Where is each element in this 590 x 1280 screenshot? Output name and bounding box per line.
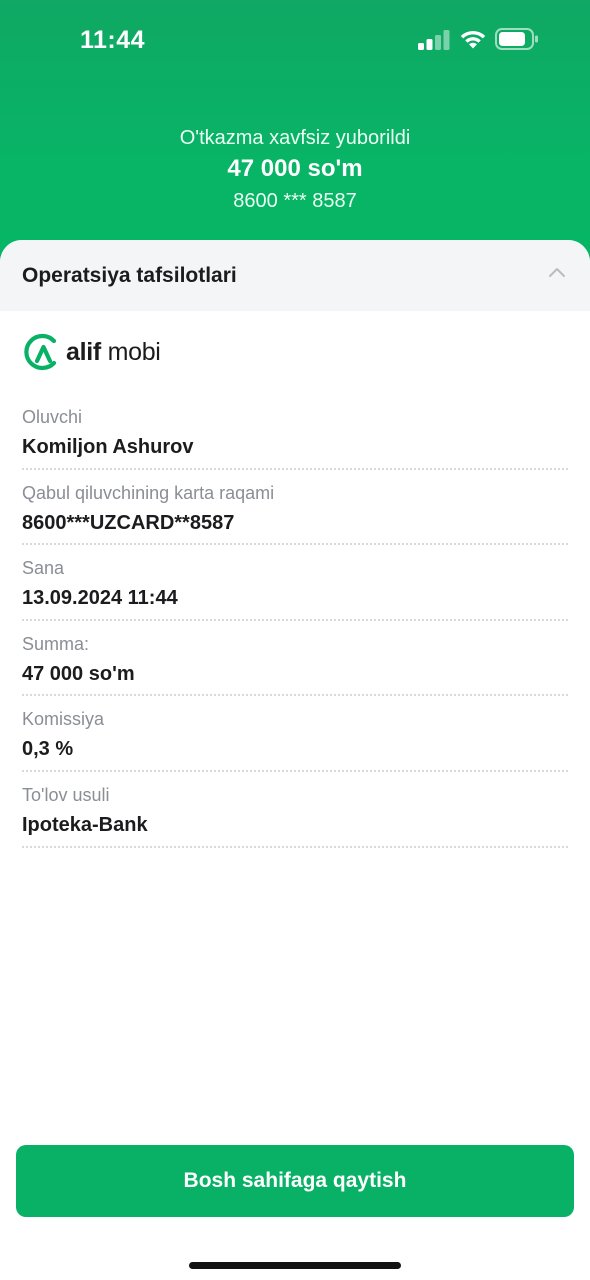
detail-label: Sana	[22, 558, 65, 579]
detail-value: 8600***UZCARD**8587	[22, 511, 235, 534]
home-indicator[interactable]	[189, 1262, 401, 1269]
transfer-status-text: O'tkazma xavfsiz yuborildi	[179, 127, 411, 149]
detail-row-date: Sana 13.09.2024 11:44	[22, 551, 568, 627]
detail-row-payment-method: To'lov usuli Ipoteka-Bank	[22, 778, 568, 854]
detail-label: To'lov usuli	[22, 784, 110, 805]
detail-value: 47 000 so'm	[22, 662, 135, 685]
transfer-amount: 47 000 so'm	[227, 155, 363, 182]
detail-row-card-number: Qabul qiluvchining karta raqami 8600***U…	[22, 476, 568, 552]
transfer-summary: O'tkazma xavfsiz yuborildi 47 000 so'm 8…	[0, 124, 590, 215]
details-list: Oluvchi Komiljon Ashurov Qabul qiluvchin…	[22, 400, 568, 854]
detail-row-amount: Summa: 47 000 so'm	[22, 627, 568, 703]
wifi-icon	[460, 31, 486, 49]
detail-label: Oluvchi	[22, 407, 83, 427]
alif-mobi-logo: alif mobi	[24, 330, 161, 374]
detail-row-commission: Komissiya 0,3 %	[22, 702, 568, 778]
logo-wordmark: alif mobi	[66, 337, 161, 366]
details-section-toggle[interactable]: Operatsiya tafsilotlari	[0, 240, 590, 311]
detail-value: Ipoteka-Bank	[22, 813, 148, 836]
back-to-home-button[interactable]: Bosh sahifaga qaytish	[16, 1145, 574, 1217]
detail-value: 13.09.2024 11:44	[22, 587, 178, 610]
detail-label: Summa:	[22, 633, 90, 654]
section-title: Operatsiya tafsilotlari	[22, 263, 237, 287]
detail-row-recipient: Oluvchi Komiljon Ashurov	[22, 400, 568, 476]
transfer-receipt-screen: 11:44 O'tkazma xavfsiz yuborildi 47 000 …	[0, 0, 590, 1280]
success-header: 11:44 O'tkazma xavfsiz yuborildi 47 000 …	[0, 0, 590, 270]
chevron-up-icon[interactable]	[548, 266, 566, 278]
details-sheet: Operatsiya tafsilotlari alif mobi Oluvch…	[0, 240, 590, 1280]
detail-label: Qabul qiluvchining karta raqami	[22, 482, 275, 503]
alif-logo-mark-icon	[24, 333, 57, 371]
detail-label: Komissiya	[22, 709, 105, 730]
detail-value: Komiljon Ashurov	[22, 436, 194, 458]
battery-icon	[495, 28, 538, 50]
cellular-signal-icon	[418, 30, 450, 50]
detail-value: 0,3 %	[22, 738, 74, 761]
status-time: 11:44	[80, 26, 146, 54]
status-bar: 11:44	[0, 0, 590, 80]
recipient-card-masked: 8600 *** 8587	[233, 190, 357, 212]
